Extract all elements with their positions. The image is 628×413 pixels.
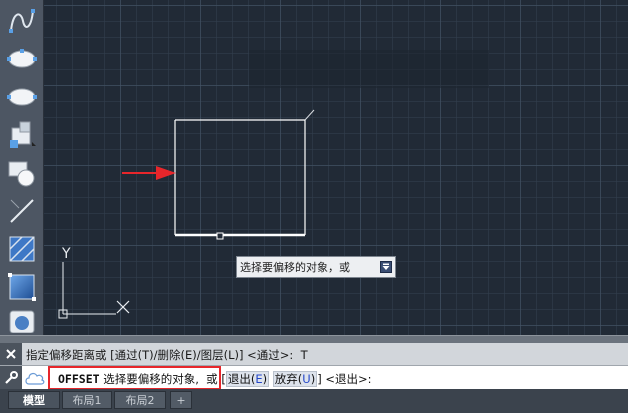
pickbox-cursor [216,232,224,240]
draw-toolbar [0,0,44,335]
line-diagonal-icon[interactable] [3,194,41,228]
close-command-window-button[interactable] [0,343,22,365]
canvas-drawing: Y [58,50,489,319]
command-window-grip[interactable] [0,335,628,343]
red-arrow-icon [122,166,176,180]
tooltip-dropdown-button[interactable] [380,261,392,273]
drawing-canvas[interactable]: Y [44,0,628,335]
tab-layout2[interactable]: 布局2 [114,391,166,409]
command-default: <退出>: [325,372,372,386]
history-line: 指定偏移距离或 [通过(T)/删除(E)/图层(L)] <通过>: T [26,348,308,362]
ucs-y-label: Y [61,246,71,262]
customize-button[interactable] [0,366,22,390]
tab-layout1[interactable]: 布局1 [62,391,112,409]
ellipse-arc-icon[interactable] [3,80,41,114]
tooltip-text: 选择要偏移的对象，或 [240,261,350,274]
command-cloud-icon [24,369,46,387]
hatch-icon[interactable] [3,232,41,266]
close-icon [6,349,16,359]
spline-icon[interactable] [3,4,41,38]
ellipse-icon[interactable] [3,42,41,76]
tab-model[interactable]: 模型 [8,391,60,409]
option-undo[interactable]: 放弃(U) [272,371,318,387]
layout-tabs: 模型 布局1 布局2 + [0,389,628,413]
wrench-icon [5,371,18,384]
command-prompt: OFFSET 选择要偏移的对象, 或 [退出(E) 放弃(U)] <退出>: [58,371,372,387]
create-block-icon[interactable] [3,156,41,190]
command-history: 指定偏移距离或 [通过(T)/删除(E)/图层(L)] <通过>: T [0,343,628,365]
command-line[interactable]: OFFSET 选择要偏移的对象, 或 [退出(E) 放弃(U)] <退出>: [0,365,628,390]
polyline-square[interactable] [174,109,315,240]
dynamic-input-tooltip: 选择要偏移的对象，或 [236,256,396,278]
command-or: 或 [206,372,218,386]
region-icon[interactable] [3,308,41,334]
option-exit[interactable]: 退出(E) [225,371,270,387]
command-name: OFFSET [58,372,100,386]
add-layout-button[interactable]: + [170,391,192,409]
autocad-window: Y 选择要偏移的对象，或 指定偏移距离或 [通过(T)/删除(E)/图层(L)]… [0,0,628,413]
ucs-icon: Y [58,246,130,319]
insert-block-icon[interactable] [3,118,41,152]
command-prompt-text: 选择要偏移的对象, [103,372,199,386]
chevron-down-icon [382,263,390,270]
gradient-icon[interactable] [3,270,41,304]
